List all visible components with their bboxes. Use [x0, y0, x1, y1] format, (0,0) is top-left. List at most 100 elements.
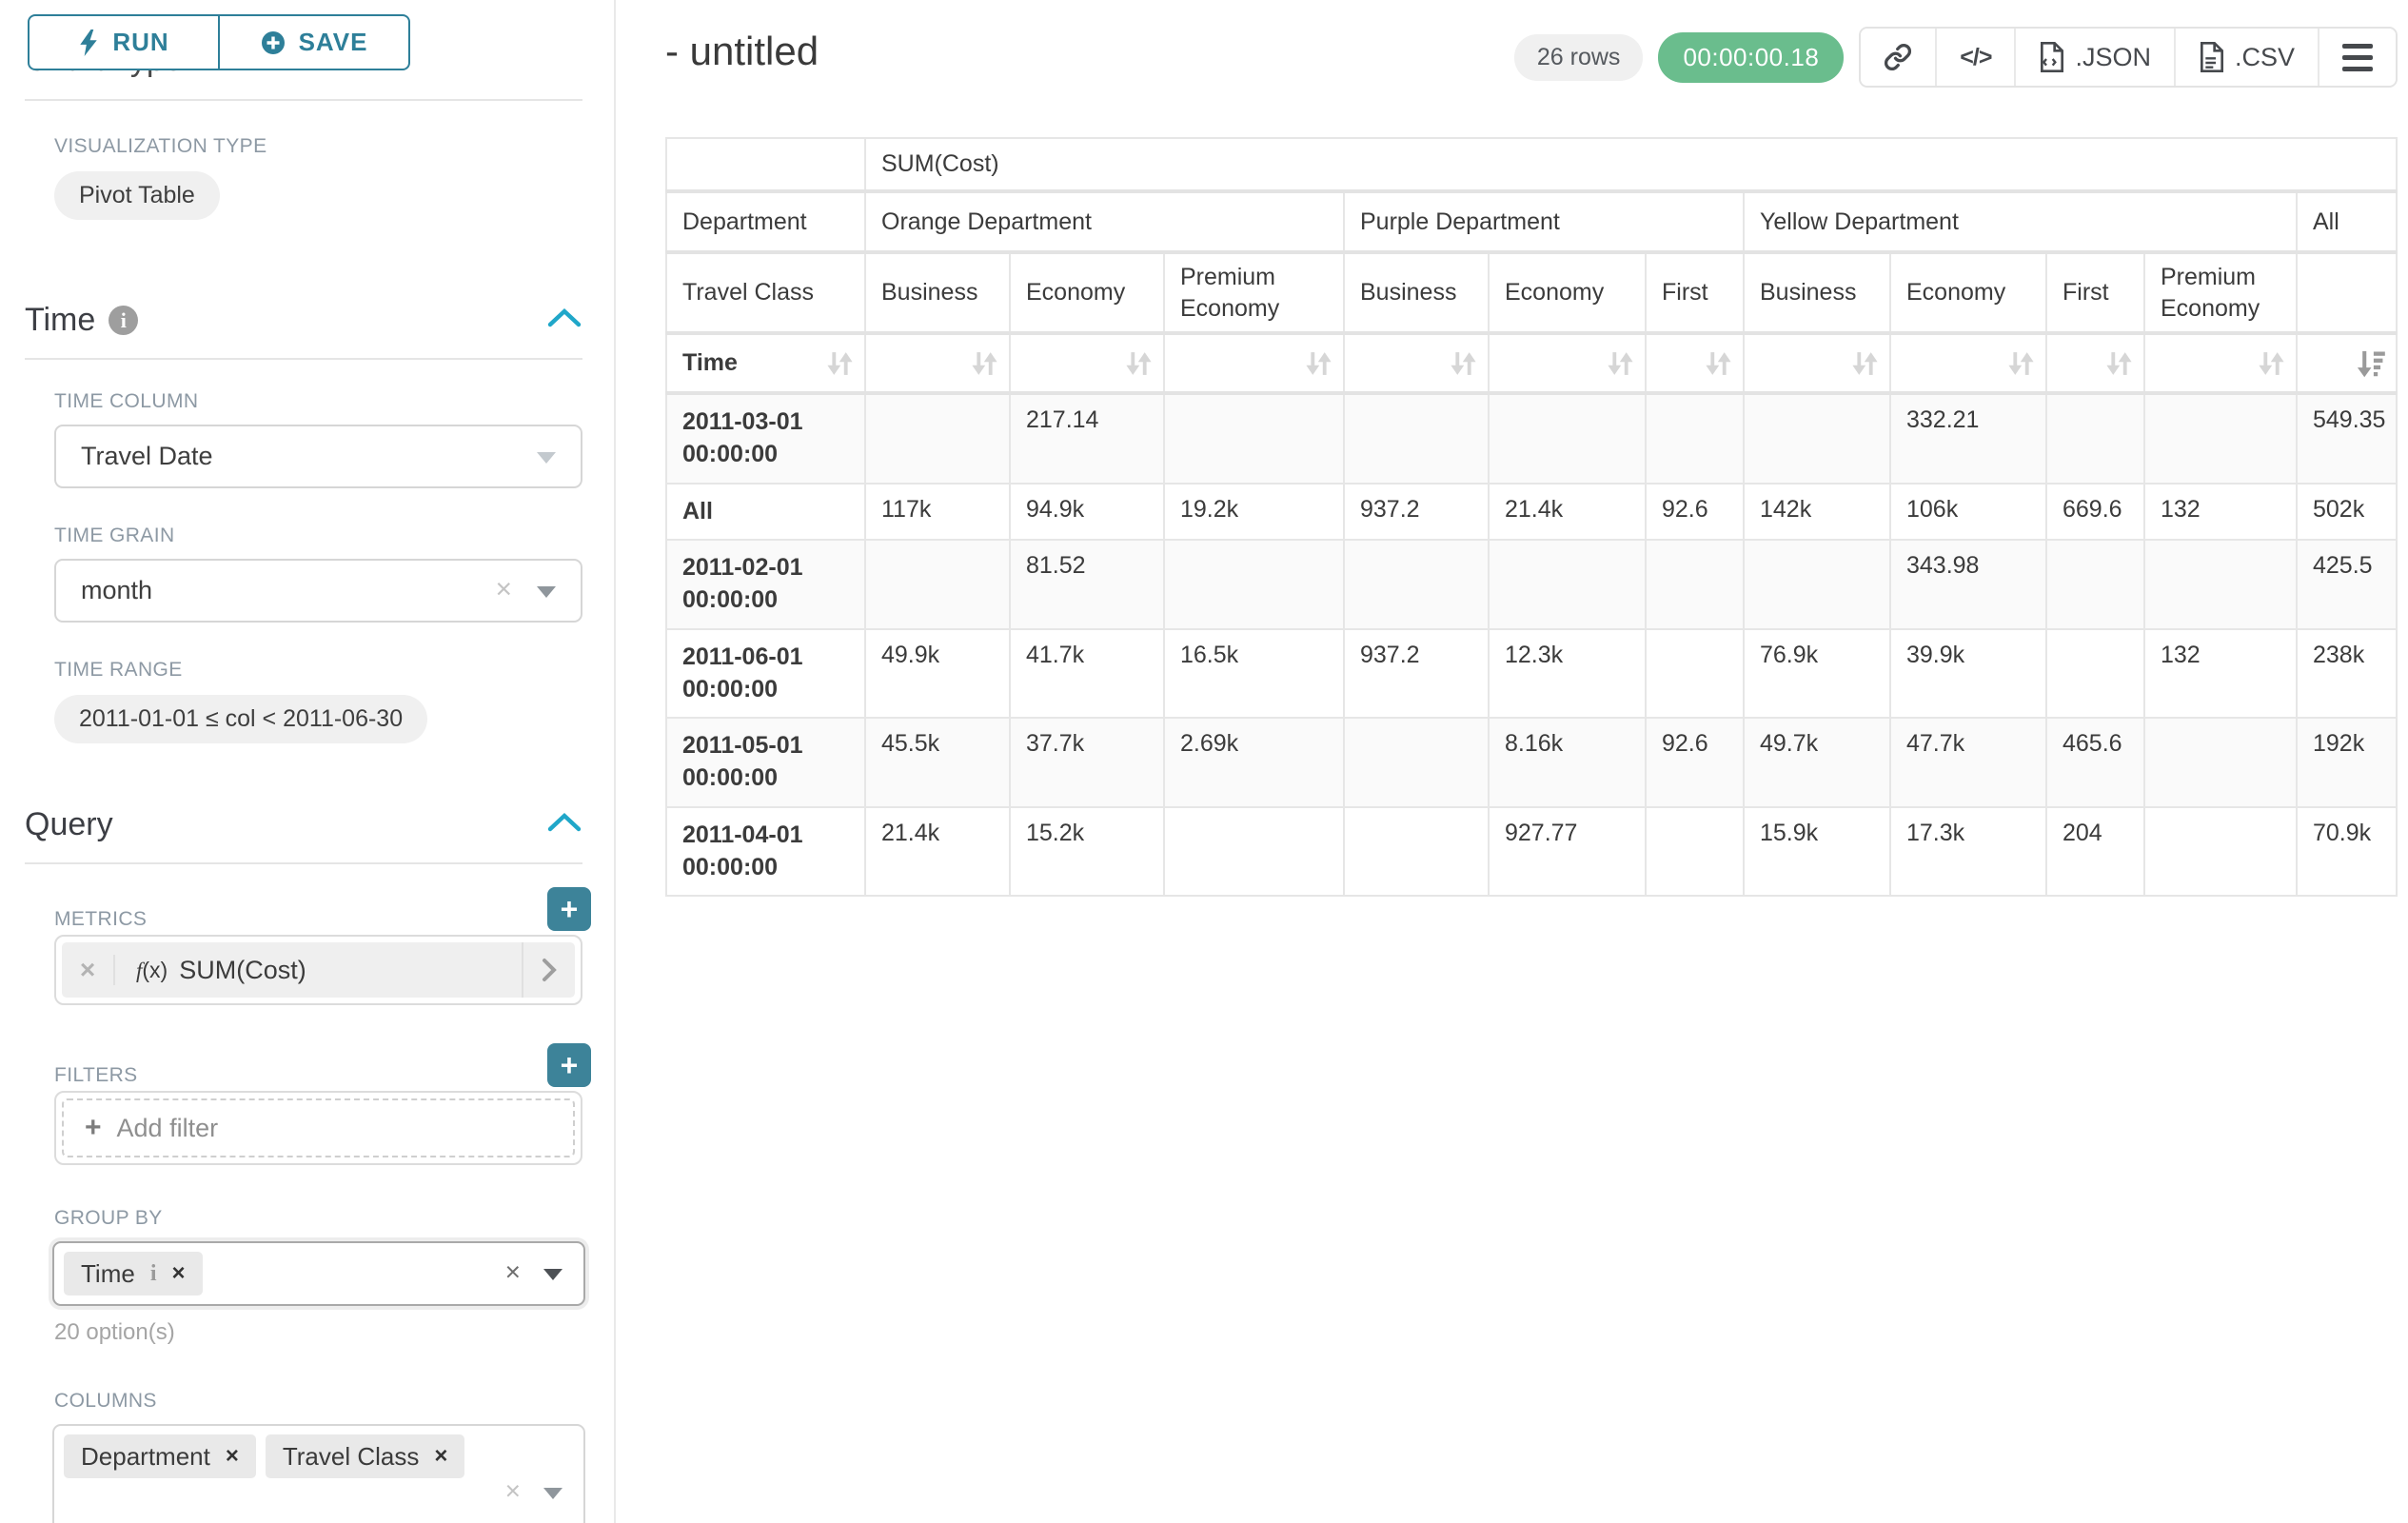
filters-label-row: FILTERS +	[0, 1043, 591, 1087]
sort-desc-active-icon[interactable]	[2357, 348, 2386, 378]
sort-icon[interactable]	[1124, 348, 1154, 378]
metrics-box: × f(x) SUM(Cost)	[54, 935, 582, 1005]
visualization-type-value[interactable]: Pivot Table	[54, 171, 220, 220]
row-count-badge: 26 rows	[1514, 34, 1644, 81]
metrics-label: METRICS	[54, 908, 147, 931]
add-metric-button[interactable]: +	[547, 887, 591, 931]
pivot-value-cell: 8.16k	[1489, 718, 1646, 807]
sort-icon[interactable]	[970, 348, 999, 378]
sort-icon[interactable]	[1449, 348, 1478, 378]
embed-code-button[interactable]: </>	[1937, 29, 2016, 86]
pivot-row-label: All	[666, 484, 865, 541]
pivot-time-sort-cell[interactable]: Time	[666, 333, 865, 393]
pivot-value-cell	[1646, 807, 1744, 897]
pivot-sort-cell[interactable]	[1010, 333, 1164, 393]
pivot-leaf-header	[2297, 252, 2397, 333]
pivot-leaf-header: Business	[1344, 252, 1489, 333]
pivot-leaf-header: Business	[1744, 252, 1890, 333]
pivot-value-cell: 669.6	[2046, 484, 2144, 541]
time-column-value: Travel Date	[81, 442, 213, 471]
time-column-select[interactable]: Travel Date	[54, 425, 582, 488]
info-icon: i	[109, 306, 138, 335]
pivot-sort-cell[interactable]	[1890, 333, 2046, 393]
pivot-value-cell: 21.4k	[865, 807, 1010, 897]
time-range-value[interactable]: 2011-01-01 ≤ col < 2011-06-30	[54, 695, 427, 743]
share-link-button[interactable]	[1861, 29, 1937, 86]
pivot-sort-cell[interactable]	[1646, 333, 1744, 393]
add-filter-plus-button[interactable]: +	[547, 1043, 591, 1087]
sort-icon[interactable]	[2257, 348, 2286, 378]
time-grain-select[interactable]: month ×	[54, 559, 582, 623]
pivot-leaf-header: Economy	[1010, 252, 1164, 333]
pivot-value-cell: 76.9k	[1744, 629, 1890, 719]
columns-select[interactable]: Department×Travel Class××	[52, 1424, 585, 1523]
pivot-group-header: Purple Department	[1344, 191, 1744, 252]
clear-icon[interactable]: ×	[505, 1257, 521, 1288]
sort-icon[interactable]	[2006, 348, 2036, 378]
dimension-tag[interactable]: Travel Class×	[266, 1434, 465, 1478]
pivot-sort-cell[interactable]	[1164, 333, 1344, 393]
chart-title[interactable]: - untitled	[665, 29, 819, 74]
pivot-value-cell: 19.2k	[1164, 484, 1344, 541]
group-by-select[interactable]: Timei××	[52, 1241, 585, 1306]
pivot-value-cell: 142k	[1744, 484, 1890, 541]
pivot-value-cell	[2144, 807, 2297, 897]
pivot-value-cell: 92.6	[1646, 718, 1744, 807]
clear-icon[interactable]: ×	[505, 1475, 521, 1506]
pivot-group-row: DepartmentOrange DepartmentPurple Depart…	[666, 191, 2397, 252]
sort-icon[interactable]	[825, 348, 855, 378]
sort-icon[interactable]	[1304, 348, 1333, 378]
remove-tag-icon[interactable]: ×	[171, 1260, 185, 1287]
pivot-data-row: 2011-02-01 00:00:0081.52343.98425.5	[666, 540, 2397, 629]
panel-sticky-header: Chart Type RUN SAVE	[0, 0, 614, 99]
dimension-tag[interactable]: Department×	[64, 1434, 256, 1478]
pivot-value-cell: 2.69k	[1164, 718, 1344, 807]
pivot-row-label: 2011-06-01 00:00:00	[666, 629, 865, 719]
query-section-title: Query	[25, 806, 113, 843]
save-button[interactable]: SAVE	[219, 14, 410, 70]
query-section-header: Query	[25, 806, 582, 843]
pivot-value-cell: 49.9k	[865, 629, 1010, 719]
pivot-value-cell	[2046, 629, 2144, 719]
pivot-sort-cell[interactable]	[1344, 333, 1489, 393]
filters-label: FILTERS	[54, 1064, 138, 1087]
more-options-button[interactable]	[2319, 29, 2396, 86]
sort-icon[interactable]	[1606, 348, 1635, 378]
pivot-value-cell: 937.2	[1344, 629, 1489, 719]
remove-metric-icon[interactable]: ×	[62, 955, 115, 985]
sort-icon[interactable]	[1850, 348, 1880, 378]
pivot-sort-cell[interactable]	[1744, 333, 1890, 393]
pivot-leaf-header: First	[2046, 252, 2144, 333]
pivot-value-cell: 132	[2144, 484, 2297, 541]
code-icon: </>	[1960, 44, 1991, 71]
chevron-right-icon[interactable]	[522, 942, 575, 998]
filters-box: + Add filter	[54, 1091, 582, 1165]
chevron-up-icon[interactable]	[546, 812, 582, 838]
pivot-leaf-header: Economy	[1489, 252, 1646, 333]
remove-tag-icon[interactable]: ×	[226, 1443, 239, 1470]
pivot-value-cell	[1164, 807, 1344, 897]
add-filter-button[interactable]: + Add filter	[62, 1098, 575, 1157]
pivot-sort-cell[interactable]	[2144, 333, 2297, 393]
caret-down-icon	[537, 452, 556, 464]
section-divider	[25, 99, 582, 101]
remove-tag-icon[interactable]: ×	[434, 1443, 447, 1470]
pivot-sort-cell[interactable]	[1489, 333, 1646, 393]
export-csv-button[interactable]: .CSV	[2176, 29, 2319, 86]
plus-circle-icon	[261, 30, 286, 55]
chevron-up-icon[interactable]	[546, 307, 582, 333]
dimension-tag[interactable]: Timei×	[64, 1252, 203, 1296]
pivot-value-cell	[1344, 718, 1489, 807]
sort-icon[interactable]	[2104, 348, 2134, 378]
run-button[interactable]: RUN	[28, 14, 219, 70]
export-json-button[interactable]: .JSON	[2016, 29, 2176, 86]
clear-icon[interactable]: ×	[495, 573, 512, 605]
pivot-sort-cell[interactable]	[2046, 333, 2144, 393]
metric-item[interactable]: × f(x) SUM(Cost)	[62, 942, 575, 998]
pivot-value-cell	[1489, 540, 1646, 629]
pivot-value-cell: 549.35	[2297, 393, 2397, 484]
sort-icon[interactable]	[1704, 348, 1733, 378]
pivot-sort-cell[interactable]	[865, 333, 1010, 393]
pivot-sort-cell[interactable]	[2297, 333, 2397, 393]
pivot-value-cell: 15.2k	[1010, 807, 1164, 897]
